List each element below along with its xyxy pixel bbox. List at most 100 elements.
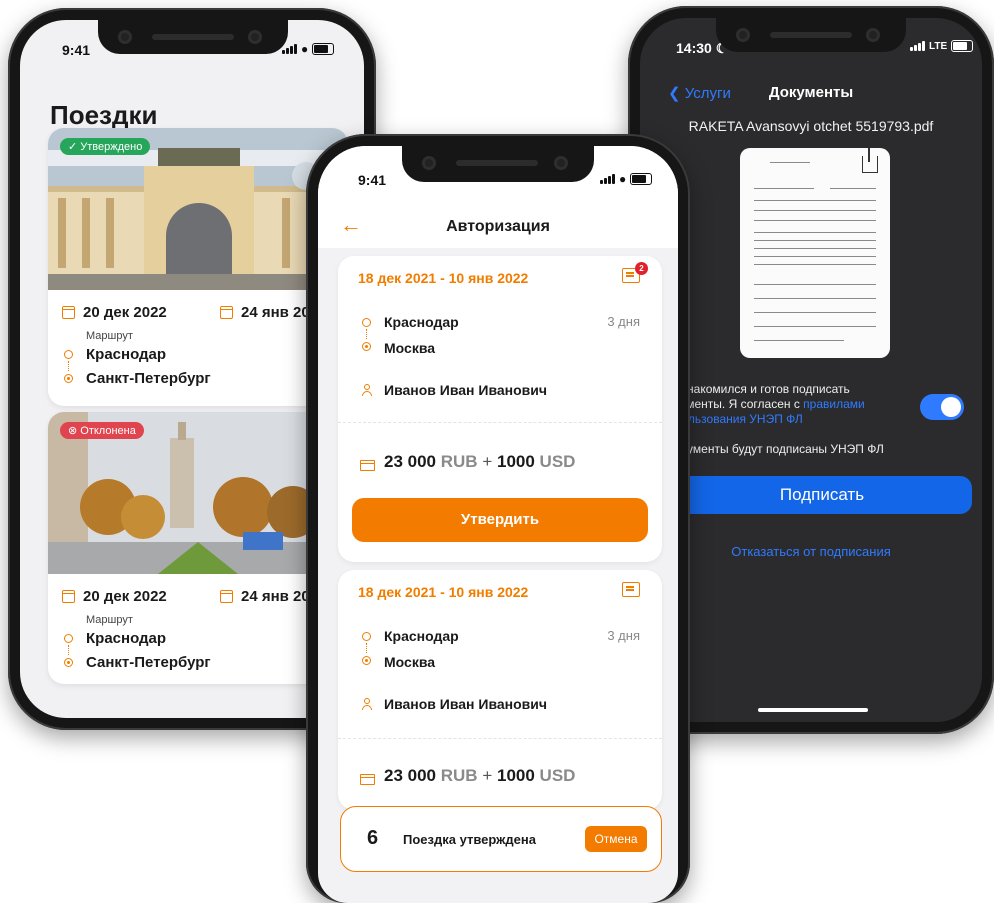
consent-line2-text: кументы. Я согласен с xyxy=(675,397,804,411)
trip-photo-palace: ✓ Утверждено xyxy=(48,128,348,290)
notch xyxy=(402,146,594,182)
destination-dot-icon xyxy=(362,342,371,351)
origin-dot-icon xyxy=(362,318,371,327)
from-city: Краснодар xyxy=(384,314,459,330)
speaker-icon xyxy=(456,160,538,166)
speaker-icon xyxy=(152,34,234,40)
doc-line xyxy=(770,162,810,163)
signal-icon xyxy=(600,174,615,184)
camera-icon xyxy=(118,30,132,44)
calendar-icon xyxy=(220,306,233,319)
x-circle-icon: ⊗ xyxy=(68,425,78,437)
doc-line xyxy=(754,284,876,285)
amount-usd: 1000 xyxy=(496,766,535,785)
camera-icon xyxy=(422,156,436,170)
doc-line xyxy=(830,188,876,189)
approved-toast: 6 Поездка утверждена Отмена xyxy=(340,806,662,872)
doc-line xyxy=(754,340,844,341)
origin-dot-icon xyxy=(362,632,371,641)
doc-line xyxy=(754,210,876,211)
person-icon xyxy=(362,698,372,710)
status-badge-label: Отклонена xyxy=(80,425,136,437)
status-icons: LTE xyxy=(910,40,974,52)
trip-dates: 18 дек 2021 - 10 янв 2022 xyxy=(358,584,529,600)
person-icon xyxy=(362,384,372,396)
plus-sign: + xyxy=(482,766,493,785)
chevron-left-icon: ❮ xyxy=(668,85,681,102)
route-line xyxy=(68,645,69,655)
consent-toggle[interactable] xyxy=(920,394,964,420)
destination-dot-icon xyxy=(64,658,73,667)
rules-link-cont[interactable]: пользования УНЭП ФЛ xyxy=(675,412,865,427)
phone-authorization: 9:41 ● ← Авторизация 18 дек 2021 - 10 ян… xyxy=(306,134,690,903)
traveler-name: Иванов Иван Иванович xyxy=(384,382,548,398)
origin-dot-icon xyxy=(64,350,73,359)
currency-usd: USD xyxy=(539,766,576,785)
to-city: Санкт-Петербург xyxy=(86,654,211,671)
cancel-button[interactable]: Отмена xyxy=(585,826,647,852)
trip-duration: 3 дня xyxy=(607,314,640,329)
approve-button[interactable]: Утвердить xyxy=(352,498,648,542)
from-city: Краснодар xyxy=(86,346,167,363)
home-indicator xyxy=(758,708,868,712)
file-name: RAKETA Avansovyi otchet 5519793.pdf xyxy=(688,118,934,134)
doc-line xyxy=(754,240,876,241)
trip-request-card: 18 дек 2021 - 10 янв 2022 2 Краснодар 3 … xyxy=(338,256,662,562)
consent-line2: кументы. Я согласен с правилами xyxy=(675,397,865,412)
currency-rub: RUB xyxy=(440,452,478,471)
doc-line xyxy=(754,188,814,189)
chat-badge: 2 xyxy=(635,262,648,275)
notch xyxy=(716,18,906,52)
share-icon[interactable] xyxy=(862,148,878,173)
status-icons: ● xyxy=(282,42,335,56)
trip-duration: 3 дня xyxy=(607,628,640,643)
authorization-screen: 9:41 ● ← Авторизация 18 дек 2021 - 10 ян… xyxy=(318,146,678,903)
status-time: 9:41 xyxy=(62,42,91,58)
page-title: Поездки xyxy=(50,100,158,130)
from-city: Краснодар xyxy=(384,628,459,644)
chat-icon[interactable] xyxy=(622,582,640,597)
plus-sign: + xyxy=(482,452,493,471)
header-bar xyxy=(318,184,678,248)
amount-rub: 23 000 xyxy=(384,766,436,785)
origin-dot-icon xyxy=(64,634,73,643)
document-preview[interactable] xyxy=(740,148,890,358)
consent-text: ознакомился и готов подписать кументы. Я… xyxy=(675,382,865,427)
status-badge-declined: ⊗ Отклонена xyxy=(60,422,144,439)
doc-line xyxy=(754,248,876,249)
calendar-icon xyxy=(62,590,75,603)
rules-link[interactable]: правилами xyxy=(803,397,865,411)
doc-line xyxy=(754,298,876,299)
date-from-text: 20 дек 2022 xyxy=(83,588,167,605)
back-button[interactable]: ❮ Услуги xyxy=(668,84,731,102)
doc-line xyxy=(754,220,876,221)
calendar-icon xyxy=(62,306,75,319)
route-label: Маршрут xyxy=(86,330,133,342)
notch xyxy=(98,20,288,54)
destination-dot-icon xyxy=(64,374,73,383)
status-time: 9:41 xyxy=(358,172,387,188)
amount-usd: 1000 xyxy=(496,452,535,471)
undo-countdown: 6 xyxy=(367,827,379,849)
route-label: Маршрут xyxy=(86,614,133,626)
to-city: Москва xyxy=(384,654,436,670)
wifi-icon: ● xyxy=(619,172,627,186)
date-from: 20 дек 2022 xyxy=(62,588,167,605)
doc-line xyxy=(754,200,876,201)
date-from-text: 20 дек 2022 xyxy=(83,304,167,321)
camera-icon xyxy=(736,28,750,42)
to-city: Санкт-Петербург xyxy=(86,370,211,387)
traveler-name: Иванов Иван Иванович xyxy=(384,696,548,712)
card-icon xyxy=(360,774,375,785)
calendar-icon xyxy=(220,590,233,603)
doc-line xyxy=(754,312,876,313)
network-type: LTE xyxy=(929,40,948,52)
card-icon xyxy=(360,460,375,471)
toast-message: Поездка утверждена xyxy=(403,832,536,847)
route-line xyxy=(366,329,367,339)
trip-card[interactable]: ⊗ Отклонена 20 дек 2022 24 янв 2023 Марш… xyxy=(48,412,348,684)
doc-line xyxy=(754,326,876,327)
sign-button[interactable]: Подписать xyxy=(672,476,972,514)
decline-signing-link[interactable]: Отказаться от подписания xyxy=(640,544,982,559)
trip-card[interactable]: ✓ Утверждено 20 дек 2022 24 янв 2023 Мар… xyxy=(48,128,348,406)
